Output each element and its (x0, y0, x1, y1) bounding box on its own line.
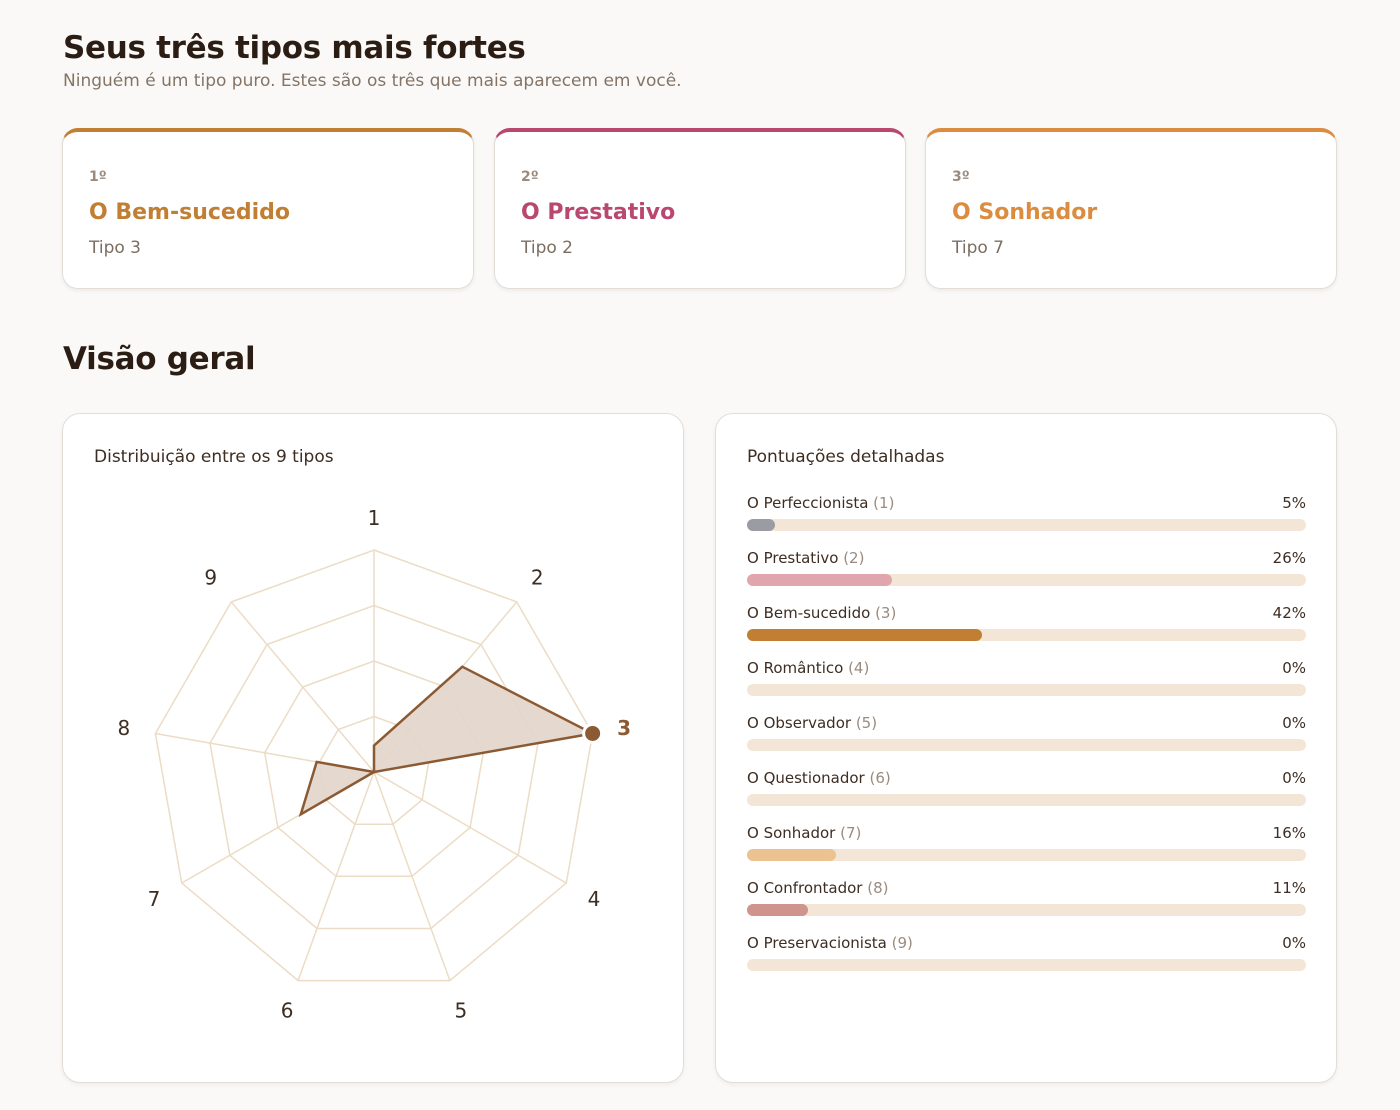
score-row: O Romântico (4) 0% (747, 659, 1306, 699)
top-type-card-3[interactable]: 3º O Sonhador Tipo 7 (925, 128, 1337, 289)
top-type-card-1[interactable]: 1º O Bem-sucedido Tipo 3 (62, 128, 474, 289)
score-bar-track (747, 629, 1306, 641)
score-row: O Questionador (6) 0% (747, 769, 1306, 809)
score-percentage: 0% (1282, 659, 1306, 677)
score-bar-track (747, 739, 1306, 751)
radar-axis-label: 7 (148, 887, 161, 911)
score-percentage: 5% (1282, 494, 1306, 512)
score-type-name: O Preservacionista (747, 934, 892, 952)
score-type-code: (3) (875, 604, 897, 622)
score-percentage: 16% (1272, 824, 1306, 842)
score-label: O Bem-sucedido (3) (747, 604, 896, 622)
radar-axis-label: 4 (588, 887, 601, 911)
radar-data-area (298, 665, 597, 817)
radar-panel: Distribuição entre os 9 tipos 123456789 (62, 413, 684, 1083)
radar-spoke (373, 771, 567, 884)
section-title-overview: Visão geral (63, 341, 256, 377)
score-label: O Prestativo (2) (747, 549, 864, 567)
score-type-code: (7) (840, 824, 862, 842)
radar-highlight-point (582, 722, 604, 744)
score-bar-fill (747, 519, 775, 531)
score-type-code: (5) (855, 714, 878, 732)
score-type-name: O Sonhador (747, 824, 841, 842)
score-type-code: (2) (843, 549, 865, 567)
score-label: O Confrontador (8) (747, 879, 889, 897)
page-title: Seus três tipos mais fortes (63, 30, 526, 66)
score-type-code: (8) (867, 879, 889, 897)
score-percentage: 11% (1272, 879, 1306, 897)
page-subtitle: Ninguém é um tipo puro. Estes são os trê… (63, 71, 682, 91)
score-bar-fill (747, 574, 893, 586)
type-number: Tipo 7 (952, 238, 1004, 258)
score-row: O Preservacionista (9) 0% (747, 934, 1306, 974)
score-type-name: O Prestativo (747, 549, 844, 567)
score-type-name: O Observador (747, 714, 856, 732)
score-label: O Perfeccionista (1) (747, 494, 894, 512)
score-row: O Prestativo (2) 26% (747, 549, 1306, 589)
radar-axis-label: 6 (281, 999, 294, 1023)
score-label: O Preservacionista (9) (747, 934, 913, 952)
score-label: O Sonhador (7) (747, 824, 861, 842)
score-type-name: O Questionador (747, 769, 870, 787)
score-type-name: O Romântico (747, 659, 849, 677)
score-label: O Romântico (4) (747, 659, 869, 677)
score-bar-fill (747, 849, 837, 861)
score-bar-fill (747, 629, 982, 641)
score-row: O Perfeccionista (1) 5% (747, 494, 1306, 534)
radar-axis-label: 9 (204, 565, 217, 589)
score-type-code: (4) (848, 659, 870, 677)
radar-spoke (230, 601, 375, 773)
type-name: O Sonhador (952, 200, 1098, 225)
score-bar-fill (747, 904, 809, 916)
rank-label: 2º (521, 169, 539, 185)
score-percentage: 0% (1282, 769, 1306, 787)
type-number: Tipo 2 (521, 238, 573, 258)
score-type-code: (9) (891, 934, 913, 952)
score-row: O Bem-sucedido (3) 42% (747, 604, 1306, 644)
score-bar-track (747, 794, 1306, 806)
scores-title: Pontuações detalhadas (747, 447, 945, 467)
score-type-name: O Perfeccionista (747, 494, 874, 512)
radar-axis-label: 8 (117, 716, 130, 740)
type-name: O Bem-sucedido (89, 200, 290, 225)
rank-label: 1º (89, 169, 107, 185)
score-row: O Sonhador (7) 16% (747, 824, 1306, 864)
score-percentage: 0% (1282, 934, 1306, 952)
radar-axis-label: 1 (368, 506, 381, 530)
score-type-code: (6) (869, 769, 891, 787)
score-type-name: O Bem-sucedido (747, 604, 876, 622)
score-bar-track (747, 684, 1306, 696)
score-bar-track (747, 959, 1306, 971)
score-percentage: 26% (1272, 549, 1306, 567)
score-type-code: (1) (873, 494, 895, 512)
type-name: O Prestativo (521, 200, 676, 225)
score-label: O Observador (5) (747, 714, 877, 732)
score-bar-track (747, 849, 1306, 861)
radar-axis-label: 3 (617, 716, 631, 740)
top-type-card-2[interactable]: 2º O Prestativo Tipo 2 (494, 128, 906, 289)
radar-axis-label: 2 (531, 565, 544, 589)
type-number: Tipo 3 (89, 238, 141, 258)
score-bar-track (747, 904, 1306, 916)
rank-label: 3º (952, 169, 970, 185)
radar-chart: 1 2 3 4 5 6 7 8 9 (117, 506, 631, 1023)
score-label: O Questionador (6) (747, 769, 891, 787)
score-type-name: O Confrontador (747, 879, 868, 897)
score-bar-track (747, 574, 1306, 586)
radar-axis-label: 5 (455, 999, 468, 1023)
score-row: O Confrontador (8) 11% (747, 879, 1306, 919)
score-bar-track (747, 519, 1306, 531)
score-percentage: 42% (1272, 604, 1306, 622)
score-percentage: 0% (1282, 714, 1306, 732)
score-row: O Observador (5) 0% (747, 714, 1306, 754)
scores-panel: Pontuações detalhadas O Perfeccionista (… (715, 413, 1337, 1083)
